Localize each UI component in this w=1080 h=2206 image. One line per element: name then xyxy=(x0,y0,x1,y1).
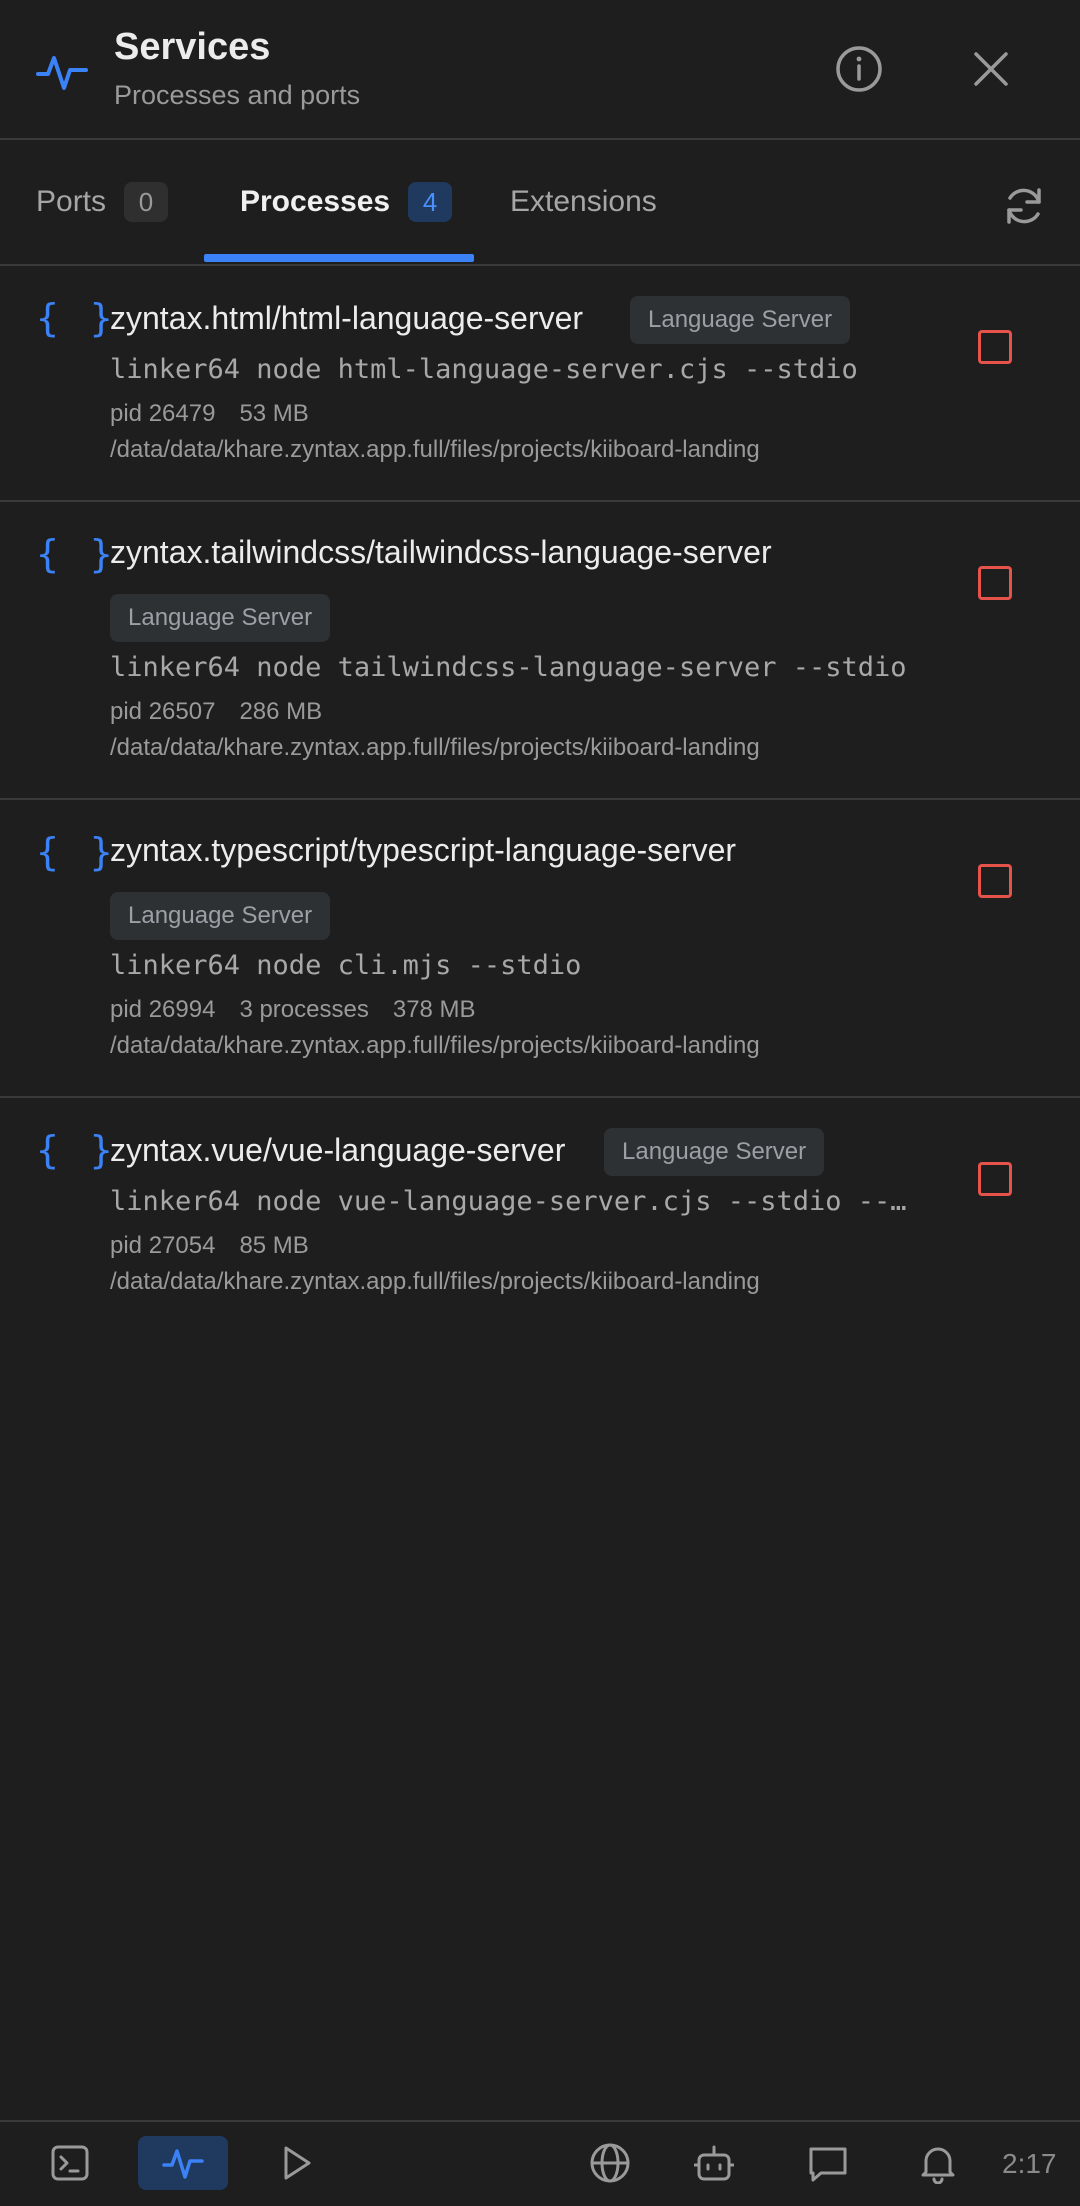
activity-pulse-icon[interactable] xyxy=(138,2136,228,2190)
process-meta: pid 26994 3 processes 378 MB xyxy=(110,996,500,1024)
globe-icon[interactable] xyxy=(582,2136,638,2190)
stop-process-button[interactable] xyxy=(978,1162,1012,1196)
stop-process-button[interactable] xyxy=(978,864,1012,898)
process-command: linker64 node cli.mjs --stdio xyxy=(110,950,582,981)
info-icon[interactable] xyxy=(832,42,886,96)
clock-time: 2:17 xyxy=(1002,2148,1057,2179)
refresh-icon[interactable] xyxy=(1000,182,1048,230)
process-name: zyntax.html/html-language-server xyxy=(110,300,584,336)
active-tab-indicator xyxy=(204,254,474,262)
tab-count-badge: 4 xyxy=(408,182,453,222)
braces-icon: { } xyxy=(36,296,117,340)
tab-processes[interactable]: Processes 4 xyxy=(240,140,453,264)
process-type-badge: Language Server xyxy=(110,892,331,940)
process-item[interactable]: { } zyntax.html/html-language-server Lan… xyxy=(0,266,1080,502)
tab-count-badge: 0 xyxy=(124,182,169,222)
header: Services Processes and ports xyxy=(0,0,1080,140)
page-subtitle: Processes and ports xyxy=(114,80,361,110)
process-meta: pid 26507 286 MB xyxy=(110,698,346,726)
page-title: Services xyxy=(114,26,271,68)
process-item[interactable]: { } zyntax.typescript/typescript-languag… xyxy=(0,800,1080,1098)
process-memory: 53 MB xyxy=(239,400,309,427)
terminal-icon[interactable] xyxy=(42,2136,98,2190)
process-pid: pid 26507 xyxy=(110,698,216,725)
process-command: linker64 node vue-language-server.cjs --… xyxy=(110,1186,907,1217)
play-icon[interactable] xyxy=(268,2136,324,2190)
process-name: zyntax.vue/vue-language-server xyxy=(110,1132,566,1168)
tab-label: Extensions xyxy=(510,185,657,218)
tab-label: Processes xyxy=(240,185,391,218)
process-pid: pid 27054 xyxy=(110,1232,216,1259)
stop-process-button[interactable] xyxy=(978,330,1012,364)
process-path: /data/data/khare.zyntax.app.full/files/p… xyxy=(110,734,760,761)
process-name: zyntax.typescript/typescript-language-se… xyxy=(110,832,737,868)
braces-icon: { } xyxy=(36,532,117,576)
tab-bar: Ports 0 Processes 4 Extensions xyxy=(0,140,1080,266)
process-memory: 286 MB xyxy=(239,698,323,725)
process-meta: pid 27054 85 MB xyxy=(110,1232,333,1260)
bell-icon[interactable] xyxy=(910,2136,966,2190)
tab-label: Ports xyxy=(36,185,107,218)
braces-icon: { } xyxy=(36,1128,117,1172)
process-type-badge: Language Server xyxy=(110,594,331,642)
process-command: linker64 node html-language-server.cjs -… xyxy=(110,354,858,385)
process-type-badge: Language Server xyxy=(604,1128,825,1176)
chat-icon[interactable] xyxy=(800,2136,856,2190)
process-path: /data/data/khare.zyntax.app.full/files/p… xyxy=(110,1268,760,1295)
tab-ports[interactable]: Ports 0 xyxy=(36,140,169,264)
process-pid: pid 26994 xyxy=(110,996,216,1023)
stop-process-button[interactable] xyxy=(978,566,1012,600)
tab-extensions[interactable]: Extensions xyxy=(510,140,657,264)
process-memory: 85 MB xyxy=(239,1232,309,1259)
activity-pulse-icon xyxy=(36,56,88,90)
braces-icon: { } xyxy=(36,830,117,874)
bottom-toolbar: 2:17 xyxy=(0,2120,1080,2206)
process-path: /data/data/khare.zyntax.app.full/files/p… xyxy=(110,436,760,463)
process-type-badge: Language Server xyxy=(630,296,851,344)
close-icon[interactable] xyxy=(964,42,1018,96)
robot-icon[interactable] xyxy=(686,2136,742,2190)
process-item[interactable]: { } zyntax.tailwindcss/tailwindcss-langu… xyxy=(0,502,1080,800)
process-memory: 378 MB xyxy=(392,996,476,1023)
process-name: zyntax.tailwindcss/tailwindcss-language-… xyxy=(110,534,772,570)
process-meta: pid 26479 53 MB xyxy=(110,400,333,428)
process-item[interactable]: { } zyntax.vue/vue-language-server Langu… xyxy=(0,1098,1080,1334)
process-path: /data/data/khare.zyntax.app.full/files/p… xyxy=(110,1032,760,1059)
process-command: linker64 node tailwindcss-language-serve… xyxy=(110,652,907,683)
process-pid: pid 26479 xyxy=(110,400,216,427)
process-count: 3 processes xyxy=(239,996,369,1023)
